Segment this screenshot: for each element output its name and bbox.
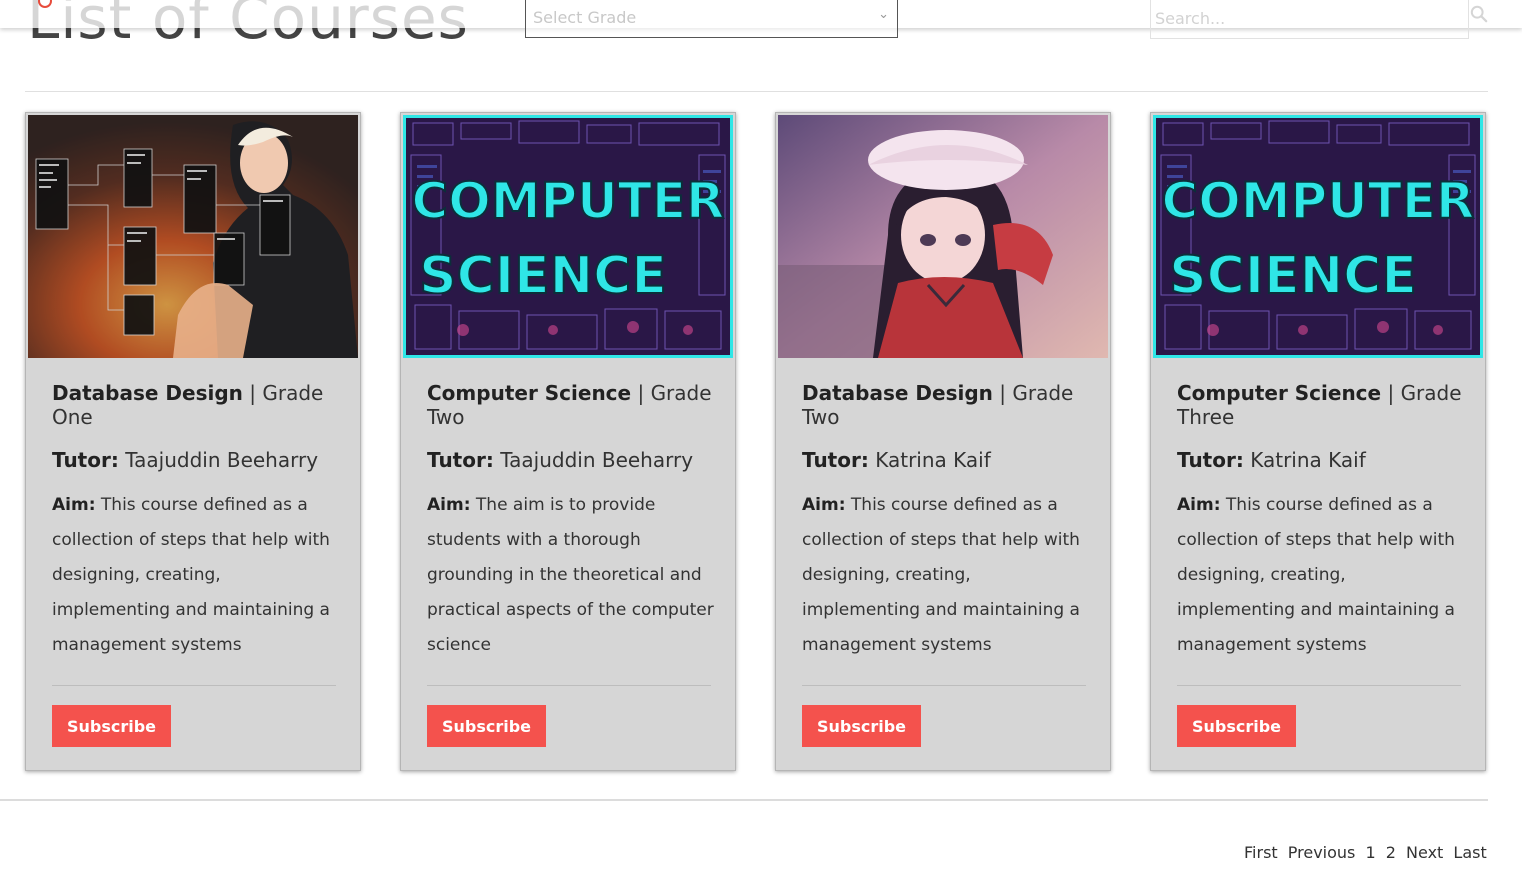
aim-text: This course defined as a collection of s…	[52, 495, 330, 655]
subscribe-button[interactable]: Subscribe	[802, 705, 921, 747]
search-placeholder: Search...	[1155, 9, 1226, 28]
course-aim: Aim: The aim is to provide students with…	[427, 488, 717, 663]
search-icon[interactable]	[1470, 5, 1488, 23]
footer-divider	[0, 799, 1488, 801]
aim-text: This course defined as a collection of s…	[802, 495, 1080, 655]
course-tutor: Tutor: Katrina Kaif	[802, 448, 1092, 472]
pagination-first[interactable]: First	[1244, 843, 1278, 862]
course-name: Database Design	[52, 381, 243, 405]
subscribe-button[interactable]: Subscribe	[427, 705, 546, 747]
course-title: Database Design | Grade Two	[802, 381, 1092, 429]
pagination-last[interactable]: Last	[1453, 843, 1486, 862]
course-aim: Aim: This course defined as a collection…	[1177, 488, 1467, 663]
course-name: Computer Science	[1177, 381, 1382, 405]
course-aim: Aim: This course defined as a collection…	[802, 488, 1092, 663]
pagination-previous[interactable]: Previous	[1288, 843, 1356, 862]
course-title: Computer Science | Grade Three	[1177, 381, 1467, 429]
course-details: Database Design | Grade Two Tutor: Katri…	[802, 381, 1092, 663]
card-divider	[802, 685, 1086, 686]
pagination: First Previous 1 2 Next Last	[1244, 843, 1487, 862]
course-tutor: Tutor: Taajuddin Beeharry	[427, 448, 717, 472]
tutor-label: Tutor:	[802, 448, 869, 472]
tutor-label: Tutor:	[1177, 448, 1244, 472]
course-details: Computer Science | Grade Three Tutor: Ka…	[1177, 381, 1467, 663]
course-card: Database Design | Grade Two Tutor: Katri…	[775, 112, 1111, 771]
banner-line-2: SCIENCE	[419, 246, 667, 306]
grade-select[interactable]: Select Grade ⌄	[525, 0, 898, 38]
aim-label: Aim:	[52, 495, 96, 515]
pagination-page-1[interactable]: 1	[1365, 843, 1375, 862]
course-tutor: Tutor: Taajuddin Beeharry	[52, 448, 342, 472]
course-tutor: Tutor: Katrina Kaif	[1177, 448, 1467, 472]
subscribe-button[interactable]: Subscribe	[1177, 705, 1296, 747]
course-name: Database Design	[802, 381, 993, 405]
course-card: COMPUTER SCIENCE Computer Science | Grad…	[400, 112, 736, 771]
aim-label: Aim:	[1177, 495, 1221, 515]
banner-line-2: SCIENCE	[1169, 246, 1417, 306]
course-card: Database Design | Grade One Tutor: Taaju…	[25, 112, 361, 771]
tutor-name: Katrina Kaif	[1250, 448, 1366, 472]
course-title: Database Design | Grade One	[52, 381, 342, 429]
courses-page: List of Courses Select Grade ⌄ Search...	[0, 0, 1522, 873]
chevron-down-icon: ⌄	[878, 7, 889, 22]
pagination-next[interactable]: Next	[1406, 843, 1443, 862]
course-card: COMPUTER SCIENCE Computer Science | Grad…	[1150, 112, 1486, 771]
subscribe-button[interactable]: Subscribe	[52, 705, 171, 747]
course-image-computer-science: COMPUTER SCIENCE	[403, 115, 733, 358]
card-divider	[1177, 685, 1461, 686]
search-input[interactable]: Search...	[1150, 0, 1469, 39]
course-title: Computer Science | Grade Two	[427, 381, 717, 429]
grade-select-placeholder: Select Grade	[533, 8, 637, 27]
course-image-computer-science: COMPUTER SCIENCE	[1153, 115, 1483, 358]
course-aim: Aim: This course defined as a collection…	[52, 488, 342, 663]
tutor-name: Taajuddin Beeharry	[500, 448, 694, 472]
aim-label: Aim:	[802, 495, 846, 515]
course-details: Computer Science | Grade Two Tutor: Taaj…	[427, 381, 717, 663]
card-divider	[427, 685, 711, 686]
header-divider	[25, 91, 1488, 92]
banner-line-1: COMPUTER	[1162, 172, 1475, 230]
pagination-page-2[interactable]: 2	[1386, 843, 1396, 862]
course-details: Database Design | Grade One Tutor: Taaju…	[52, 381, 342, 663]
banner-line-1: COMPUTER	[412, 172, 725, 230]
aim-text: This course defined as a collection of s…	[1177, 495, 1455, 655]
course-image-anime	[778, 115, 1108, 358]
course-name: Computer Science	[427, 381, 632, 405]
tutor-name: Katrina Kaif	[875, 448, 991, 472]
course-image-database-design	[28, 115, 358, 358]
tutor-label: Tutor:	[52, 448, 119, 472]
aim-text: The aim is to provide students with a th…	[427, 495, 714, 655]
tutor-name: Taajuddin Beeharry	[125, 448, 319, 472]
card-divider	[52, 685, 336, 686]
aim-label: Aim:	[427, 495, 471, 515]
tutor-label: Tutor:	[427, 448, 494, 472]
logo-icon[interactable]	[38, 0, 52, 8]
